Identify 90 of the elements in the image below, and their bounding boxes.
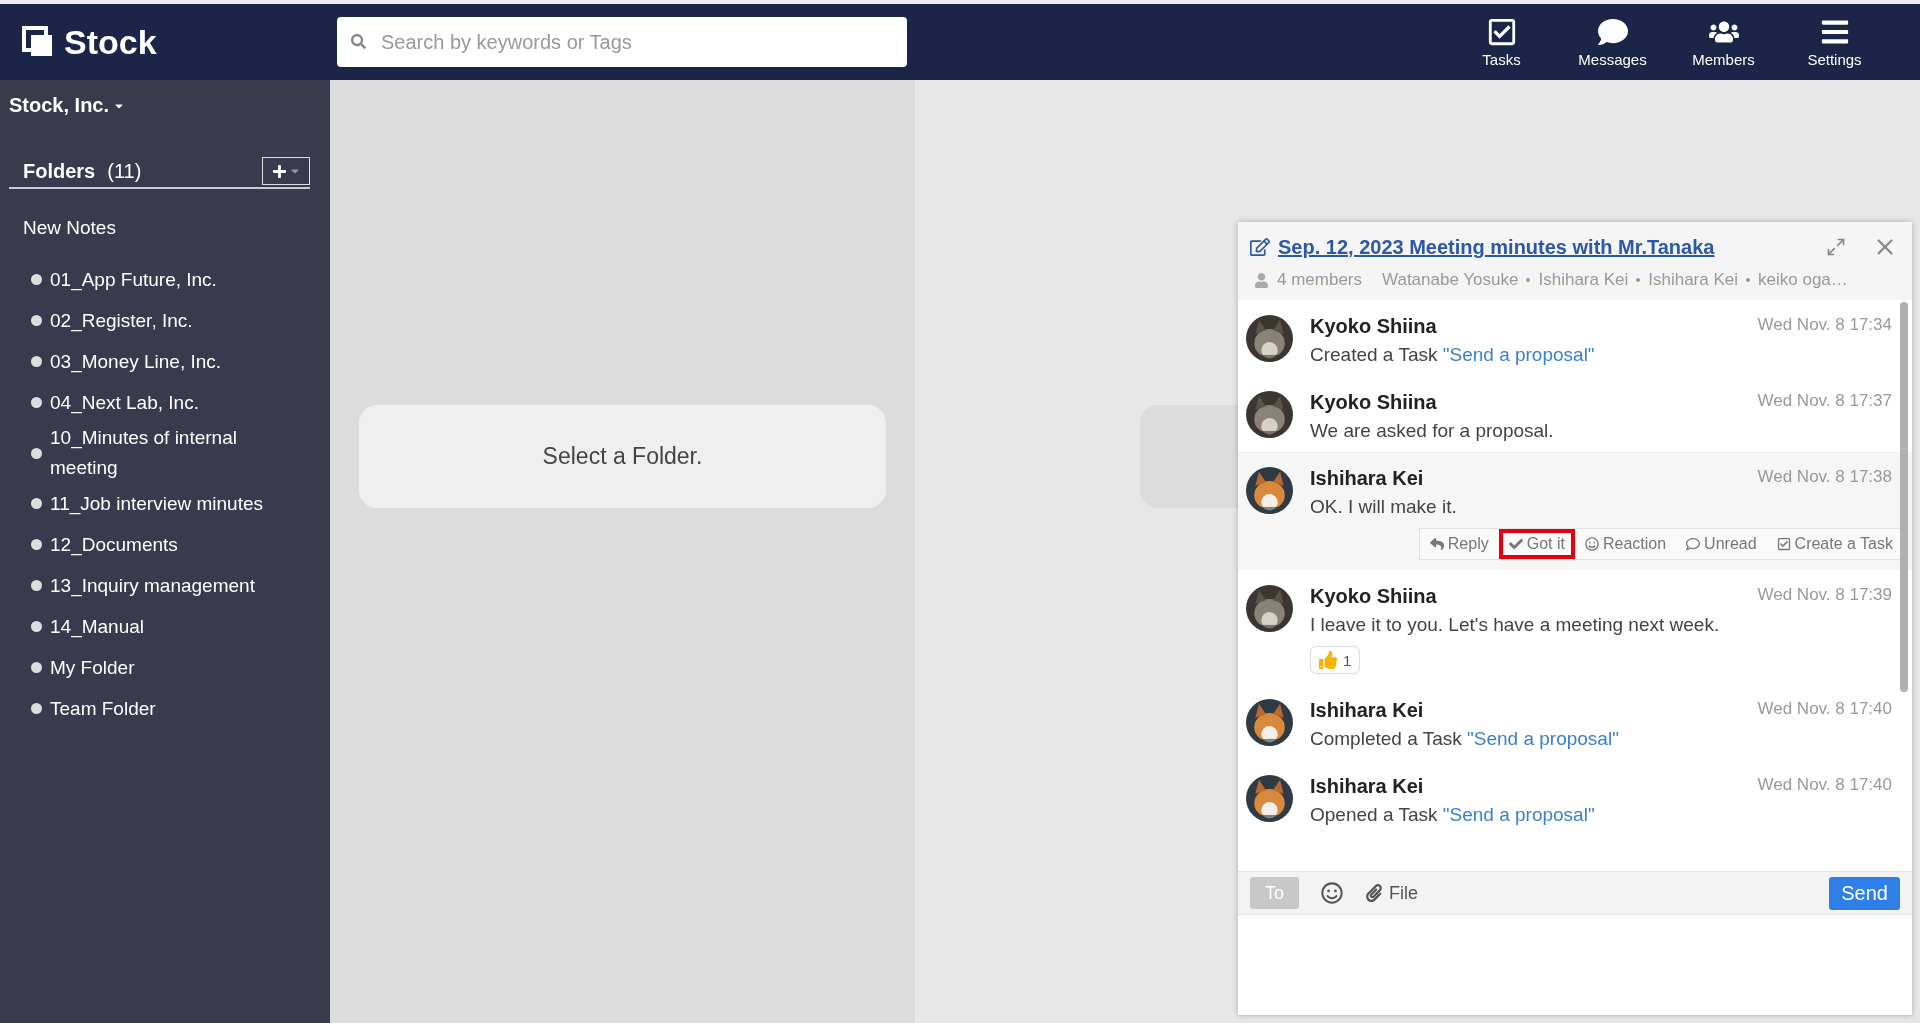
message-text: Opened a Task "Send a proposal" xyxy=(1310,804,1596,826)
message-time: Wed Nov. 8 17:38 xyxy=(1757,467,1892,488)
nav-button[interactable]: Settings xyxy=(1779,16,1890,68)
reaction-count-button[interactable]: 1 xyxy=(1310,646,1361,674)
bullet-icon xyxy=(31,703,42,714)
reply-icon xyxy=(1429,537,1444,551)
bullet-icon xyxy=(31,662,42,673)
message-text: Created a Task "Send a proposal" xyxy=(1310,344,1596,366)
person-icon xyxy=(1254,272,1269,288)
separator-dot xyxy=(1636,278,1641,282)
message-time: Wed Nov. 8 17:40 xyxy=(1757,775,1892,796)
folder-item[interactable]: My Folder xyxy=(50,652,135,683)
author-name: Kyoko Shiina xyxy=(1310,315,1437,338)
bullet-icon xyxy=(31,447,42,459)
action-button[interactable]: Create a Task xyxy=(1766,529,1903,559)
paperclip-icon xyxy=(1365,884,1383,902)
bullet-icon xyxy=(31,580,42,591)
thumbs-up-icon xyxy=(1319,651,1337,669)
file-button[interactable]: File xyxy=(1365,882,1418,904)
bullet-icon xyxy=(31,315,42,326)
checkbox-icon xyxy=(1486,16,1517,47)
task-link[interactable]: "Send a proposal" xyxy=(1467,728,1619,749)
bullet-icon xyxy=(31,397,42,408)
plus-icon xyxy=(271,163,287,179)
expand-button[interactable] xyxy=(1826,237,1846,257)
folder-item[interactable]: 11_Job interview minutes xyxy=(50,488,263,519)
empty-message: Select a Folder. xyxy=(359,405,886,508)
action-button[interactable]: Reaction xyxy=(1574,529,1677,559)
speech-bubble-icon xyxy=(1597,16,1628,47)
bullet-icon xyxy=(31,539,42,550)
message-text: We are asked for a proposal. xyxy=(1310,420,1555,442)
member-name: Watanabe Yosuke xyxy=(1382,270,1519,290)
search-field[interactable]: Search by keywords or Tags xyxy=(337,17,907,67)
author-name: Kyoko Shiina xyxy=(1310,391,1437,414)
member-name: Ishihara Kei xyxy=(1538,270,1629,290)
team-dropdown[interactable]: Stock, Inc. xyxy=(9,94,126,117)
author-name: Ishihara Kei xyxy=(1310,775,1424,798)
search-icon xyxy=(351,34,366,49)
message-text: Completed a Task "Send a proposal" xyxy=(1310,728,1620,750)
author-name: Kyoko Shiina xyxy=(1310,585,1437,608)
message-time: Wed Nov. 8 17:40 xyxy=(1757,699,1892,720)
new-notes-link[interactable]: New Notes xyxy=(23,217,310,239)
folder-item[interactable]: 10_Minutes of internal meeting xyxy=(50,423,270,483)
logo-icon xyxy=(22,26,54,58)
logo-text: Stock xyxy=(64,22,157,62)
message-time: Wed Nov. 8 17:34 xyxy=(1757,315,1892,336)
action-button[interactable]: Unread xyxy=(1676,529,1767,559)
smiley-icon xyxy=(1584,537,1599,551)
folder-item[interactable]: Team Folder xyxy=(50,693,156,724)
message-time: Wed Nov. 8 17:39 xyxy=(1757,585,1892,606)
folder-count: (11) xyxy=(107,159,142,183)
member-count: 4 members xyxy=(1277,270,1363,290)
bullet-icon xyxy=(31,274,42,285)
add-folder-button[interactable] xyxy=(262,157,310,185)
folder-item[interactable]: 04_Next Lab, Inc. xyxy=(50,387,199,418)
message-text: I leave it to you. Let's have a meeting next week. xyxy=(1310,614,1721,636)
bullet-icon xyxy=(31,498,42,509)
folder-item[interactable]: 14_Manual xyxy=(50,611,145,642)
speech-bubble-icon xyxy=(1686,537,1701,551)
folders-heading: Folders xyxy=(23,159,96,183)
member-name: keiko oga… xyxy=(1758,270,1848,290)
nav-button[interactable]: Messages xyxy=(1557,16,1668,68)
bullet-icon xyxy=(31,356,42,367)
emoji-button[interactable] xyxy=(1321,882,1343,904)
nav-button[interactable]: Members xyxy=(1668,16,1779,68)
separator-dot xyxy=(1526,278,1531,282)
action-button[interactable]: Reply xyxy=(1419,529,1499,559)
message-text: OK. I will make it. xyxy=(1310,496,1458,518)
message-time: Wed Nov. 8 17:37 xyxy=(1757,391,1892,412)
note-title-link[interactable]: Sep. 12, 2023 Meeting minutes with Mr.Tanaka xyxy=(1278,235,1715,259)
folder-item[interactable]: 02_Register, Inc. xyxy=(50,305,193,336)
check-icon xyxy=(1508,537,1523,551)
nav-button[interactable]: Tasks xyxy=(1446,16,1557,68)
member-name: Ishihara Kei xyxy=(1648,270,1739,290)
author-name: Ishihara Kei xyxy=(1310,467,1424,490)
send-button[interactable]: Send xyxy=(1829,876,1900,910)
folder-item[interactable]: 03_Money Line, Inc. xyxy=(50,346,222,377)
folder-item[interactable]: 13_Inquiry management xyxy=(50,570,255,601)
folder-item[interactable]: 12_Documents xyxy=(50,529,178,560)
bullet-icon xyxy=(31,621,42,632)
folder-item[interactable]: 01_App Future, Inc. xyxy=(50,264,217,295)
action-button[interactable]: Got it xyxy=(1498,529,1575,559)
task-link[interactable]: "Send a proposal" xyxy=(1442,344,1595,365)
task-link[interactable]: "Send a proposal" xyxy=(1442,804,1595,825)
checkbox-icon xyxy=(1776,537,1791,551)
author-name: Ishihara Kei xyxy=(1310,699,1424,722)
message-input[interactable] xyxy=(1238,915,1912,1015)
separator-dot xyxy=(1746,278,1751,282)
scrollbar[interactable] xyxy=(1900,302,1908,692)
edit-icon xyxy=(1250,237,1270,257)
